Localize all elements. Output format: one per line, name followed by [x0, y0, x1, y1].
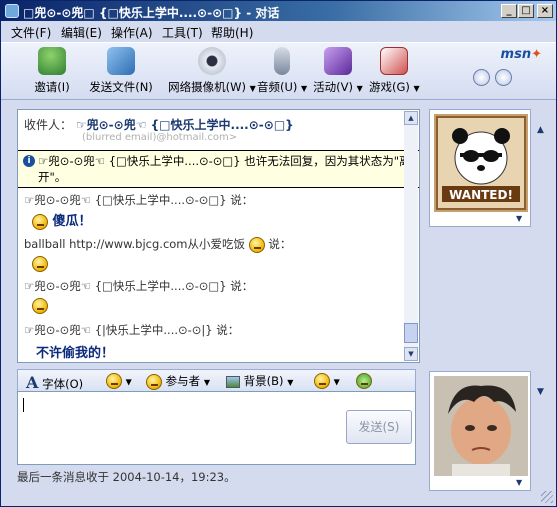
background-icon	[226, 375, 240, 388]
invite-people-icon	[38, 47, 66, 75]
close-button[interactable]: ×	[537, 4, 553, 18]
games-icon	[380, 47, 408, 75]
participants-button[interactable]: 参与者 ▼	[146, 373, 210, 390]
audio-label: 音频(U) ▼	[257, 80, 308, 94]
minimize-button[interactable]: _	[501, 4, 517, 18]
menu-file[interactable]: 文件(F)	[11, 24, 51, 41]
info-icon: i	[23, 155, 35, 167]
wink-icon	[146, 373, 162, 390]
maximize-button[interactable]: □	[518, 4, 534, 18]
conversation-history: 收件人： ☞兜⊙-⊙兜☜ {□快乐上学中....⊙-⊙□} (blurred e…	[17, 109, 420, 363]
my-picture-options-chevron-icon[interactable]: ▼	[516, 478, 522, 487]
conversation-window: □兜⊙-⊙兜□ {□快乐上学中....⊙-⊙□} - 对话 _ □ × 文件(F…	[0, 0, 557, 507]
emoticon-icon	[106, 373, 122, 389]
text-cursor	[23, 398, 24, 412]
scroll-thumb[interactable]	[404, 323, 418, 343]
collapse-panel-icon[interactable]: ▲	[537, 125, 544, 135]
recipient-name: ☞兜⊙-⊙兜☜ {□快乐上学中....⊙-⊙□}	[75, 118, 294, 132]
message-sender: ☞兜⊙-⊙兜☜ {|快乐上学中....⊙-⊙|} 说：	[24, 323, 240, 337]
main-toolbar: 邀请(I) 发送文件(N) 网络摄像机(W) ▼ 音频(U) ▼ 活动(V) ▼…	[1, 42, 556, 100]
webcam-icon	[198, 47, 226, 75]
menu-bar: 文件(F) 编辑(E) 操作(A) 工具(T) 帮助(H)	[1, 21, 556, 41]
title-bar: □兜⊙-⊙兜□ {□快乐上学中....⊙-⊙□} - 对话 _ □ ×	[1, 1, 556, 21]
message-input[interactable]: 发送(S)	[17, 391, 416, 465]
compose-toolbar: A 字体(O) ▼ 参与者 ▼ 背景(B) ▼ ▼	[17, 369, 416, 392]
menu-tools[interactable]: 工具(T)	[162, 24, 203, 41]
avatar-options-chevron-icon[interactable]: ▼	[516, 214, 522, 223]
contact-display-picture[interactable]: WANTED! ▼	[429, 109, 531, 227]
wink-gift-icon	[314, 373, 330, 389]
send-file-label: 发送文件(N)	[89, 80, 153, 94]
block-icon[interactable]	[473, 69, 490, 86]
activities-label: 活动(V) ▼	[313, 80, 363, 94]
emoticon-icon	[32, 298, 48, 314]
scroll-up-icon[interactable]: ▲	[404, 111, 418, 125]
msn-app-icon	[5, 4, 19, 18]
recipient-email: (blurred email)@hotmail.com>	[82, 132, 238, 143]
menu-actions[interactable]: 操作(A)	[111, 24, 153, 41]
activities-button[interactable]: 活动(V) ▼	[313, 47, 363, 97]
audio-button[interactable]: 音频(U) ▼	[257, 47, 307, 97]
resize-grip[interactable]	[541, 491, 553, 503]
panda-wanted-image: WANTED!	[434, 114, 528, 212]
message-sender: ☞兜⊙-⊙兜☜ {□快乐上学中....⊙-⊙□} 说：	[24, 193, 254, 207]
activities-icon	[324, 47, 352, 75]
tools-edit-icon[interactable]	[495, 69, 512, 86]
wink-button[interactable]: ▼	[314, 373, 340, 389]
games-button[interactable]: 游戏(G) ▼	[369, 47, 420, 97]
scroll-down-icon[interactable]: ▼	[404, 347, 418, 361]
background-button[interactable]: 背景(B) ▼	[226, 373, 293, 389]
emoticon-icon	[248, 236, 265, 253]
svg-text:WANTED!: WANTED!	[449, 188, 513, 202]
send-button[interactable]: 发送(S)	[346, 410, 412, 444]
send-file-icon	[107, 47, 135, 75]
send-file-button[interactable]: 发送文件(N)	[85, 47, 157, 97]
menu-help[interactable]: 帮助(H)	[211, 24, 253, 41]
font-icon: A	[26, 373, 39, 392]
recipient-line: 收件人： ☞兜⊙-⊙兜☜ {□快乐上学中....⊙-⊙□}	[24, 116, 294, 133]
nudge-icon	[356, 373, 372, 389]
expand-panel-icon[interactable]: ▼	[537, 387, 544, 397]
microphone-icon	[274, 47, 290, 75]
baby-photo-image	[434, 376, 528, 476]
to-label: 收件人：	[24, 118, 73, 132]
webcam-button[interactable]: 网络摄像机(W) ▼	[167, 47, 257, 97]
nudge-button[interactable]	[356, 373, 372, 389]
invite-button[interactable]: 邀请(I)	[27, 47, 77, 97]
message-body: 不许偷我的！	[36, 346, 115, 361]
games-label: 游戏(G) ▼	[369, 80, 420, 94]
my-display-picture[interactable]: ▼	[429, 371, 531, 491]
message-sender: ballball http://www.bjcg.com从小爱吃饭 说：	[24, 236, 292, 253]
webcam-label: 网络摄像机(W) ▼	[168, 80, 256, 94]
invite-label: 邀请(I)	[34, 80, 70, 94]
away-notice-text: ☞兜⊙-⊙兜☜ {□快乐上学中....⊙-⊙□} 也许无法回复，因为其状态为"离…	[38, 154, 411, 184]
window-title: □兜⊙-⊙兜□ {□快乐上学中....⊙-⊙□} - 对话	[23, 6, 280, 20]
away-notice: i ☞兜⊙-⊙兜☜ {□快乐上学中....⊙-⊙□} 也许无法回复，因为其状态为…	[18, 150, 419, 188]
emoticon-button[interactable]: ▼	[106, 373, 132, 389]
font-button[interactable]: A 字体(O)	[26, 373, 83, 392]
menu-edit[interactable]: 编辑(E)	[61, 24, 102, 41]
message-sender: ☞兜⊙-⊙兜☜ {□快乐上学中....⊙-⊙□} 说：	[24, 279, 254, 293]
emoticon-icon	[32, 256, 48, 272]
message-body: 傻瓜！	[32, 210, 92, 230]
conversation-scrollbar[interactable]: ▲ ▼	[404, 111, 418, 361]
msn-logo: msn✦	[500, 47, 542, 62]
status-bar: 最后一条消息收于 2004-10-14，19:23。	[17, 470, 236, 484]
emoticon-icon	[32, 213, 48, 230]
